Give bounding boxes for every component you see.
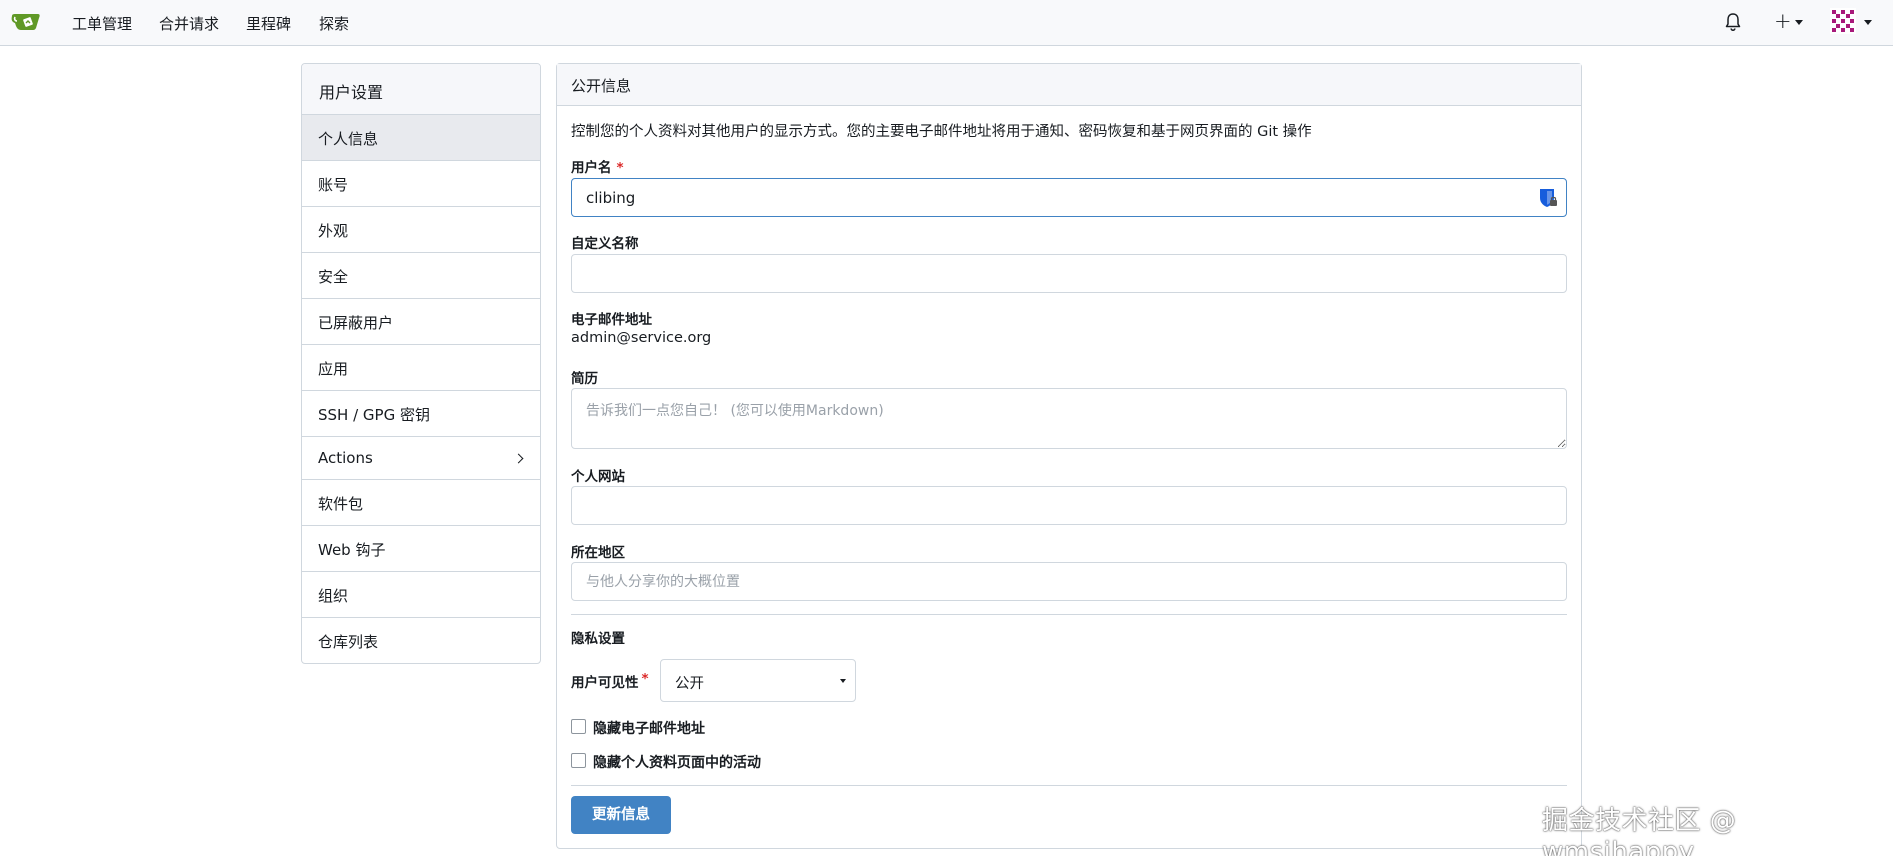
- chevron-down-icon: [1795, 20, 1803, 25]
- divider: [571, 614, 1567, 615]
- chevron-right-icon: [513, 453, 524, 464]
- sidebar-item-label: 账号: [318, 176, 349, 194]
- sidebar-item-label: 安全: [318, 268, 349, 286]
- panel-description: 控制您的个人资料对其他用户的显示方式。您的主要电子邮件地址将用于通知、密码恢复和…: [571, 124, 1312, 140]
- username-label-text: 用户名: [571, 160, 612, 176]
- avatar: [1830, 8, 1856, 34]
- sidebar-item-ssh-gpg-keys[interactable]: SSH / GPG 密钥: [302, 391, 540, 437]
- sidebar-item-label: 外观: [318, 222, 349, 240]
- hide-email-label[interactable]: 隐藏电子邮件地址: [593, 718, 705, 738]
- sidebar-title: 用户设置: [302, 64, 540, 115]
- email-label: 电子邮件地址: [571, 312, 652, 328]
- sidebar-item-repositories[interactable]: 仓库列表: [302, 618, 540, 663]
- chevron-down-icon: [1864, 20, 1872, 25]
- bell-icon[interactable]: [1722, 11, 1744, 33]
- sidebar-item-label: 个人信息: [318, 130, 379, 148]
- required-mark: *: [616, 160, 624, 176]
- sidebar-item-label: 应用: [318, 360, 349, 378]
- privacy-section-title: 隐私设置: [571, 631, 625, 647]
- website-input[interactable]: [571, 486, 1567, 525]
- username-input[interactable]: [571, 178, 1567, 217]
- visibility-label-text: 用户可见性: [571, 675, 639, 691]
- sidebar-item-webhooks[interactable]: Web 钩子: [302, 526, 540, 572]
- create-new-dropdown[interactable]: +: [1770, 9, 1808, 33]
- nav-explore[interactable]: 探索: [319, 13, 349, 34]
- sidebar-item-label: 已屏蔽用户: [318, 314, 394, 332]
- sidebar-item-label: Actions: [318, 449, 373, 467]
- bio-label: 简历: [571, 371, 598, 387]
- nav-milestones[interactable]: 里程碑: [246, 13, 291, 34]
- sidebar-item-appearance[interactable]: 外观: [302, 207, 540, 253]
- top-navbar: 工单管理 合并请求 里程碑 探索 +: [0, 0, 1893, 46]
- sidebar-item-organizations[interactable]: 组织: [302, 572, 540, 618]
- nav-pull-requests[interactable]: 合并请求: [159, 13, 219, 34]
- required-mark: *: [641, 671, 649, 687]
- plus-icon: +: [1774, 9, 1792, 33]
- visibility-select[interactable]: 公开: [660, 659, 856, 702]
- sidebar-item-label: 软件包: [318, 495, 364, 513]
- sidebar-item-label: Web 钩子: [318, 541, 386, 559]
- username-label: 用户名 *: [571, 156, 624, 176]
- visibility-selected-value: 公开: [675, 676, 704, 692]
- settings-sidebar: 用户设置 个人信息 账号 外观 安全 已屏蔽用户 应用 SSH / GPG 密钥…: [301, 63, 541, 664]
- sidebar-item-blocked-users[interactable]: 已屏蔽用户: [302, 299, 540, 345]
- divider: [571, 785, 1567, 786]
- sidebar-item-profile[interactable]: 个人信息: [302, 115, 540, 161]
- user-menu[interactable]: [1830, 8, 1876, 36]
- visibility-label: 用户可见性 *: [571, 671, 649, 691]
- location-label: 所在地区: [571, 545, 625, 561]
- panel-title: 公开信息: [557, 64, 1581, 106]
- nav-issues[interactable]: 工单管理: [72, 13, 132, 34]
- sidebar-item-account[interactable]: 账号: [302, 161, 540, 207]
- watermark-text: 掘金技术社区 @ wmsjhappy: [1542, 806, 1737, 856]
- hide-activity-label[interactable]: 隐藏个人资料页面中的活动: [593, 752, 761, 772]
- bio-textarea[interactable]: [571, 388, 1567, 449]
- gitea-logo-icon[interactable]: [10, 10, 42, 34]
- password-manager-icon[interactable]: [1538, 187, 1558, 209]
- chevron-down-icon: [840, 679, 846, 683]
- sidebar-item-applications[interactable]: 应用: [302, 345, 540, 391]
- sidebar-item-security[interactable]: 安全: [302, 253, 540, 299]
- sidebar-item-label: 组织: [318, 587, 349, 605]
- update-profile-button[interactable]: 更新信息: [571, 796, 671, 834]
- location-input[interactable]: [571, 562, 1567, 601]
- hide-email-checkbox[interactable]: [571, 719, 586, 734]
- sidebar-item-packages[interactable]: 软件包: [302, 480, 540, 526]
- fullname-label: 自定义名称: [571, 236, 639, 252]
- website-label: 个人网站: [571, 469, 625, 485]
- email-value: admin@service.org: [571, 330, 712, 346]
- fullname-input[interactable]: [571, 254, 1567, 293]
- public-profile-panel: 公开信息 控制您的个人资料对其他用户的显示方式。您的主要电子邮件地址将用于通知、…: [556, 63, 1582, 849]
- sidebar-item-actions[interactable]: Actions: [302, 437, 540, 480]
- hide-activity-checkbox[interactable]: [571, 753, 586, 768]
- sidebar-item-label: SSH / GPG 密钥: [318, 406, 430, 424]
- sidebar-item-label: 仓库列表: [318, 633, 379, 651]
